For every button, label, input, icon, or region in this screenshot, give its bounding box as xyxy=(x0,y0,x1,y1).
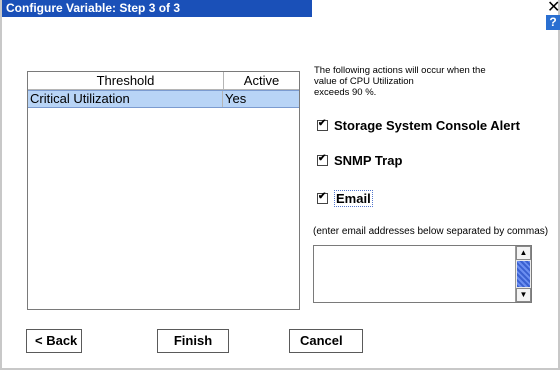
checkbox-check-icon[interactable] xyxy=(317,153,328,166)
description-line: The following actions will occur when th… xyxy=(314,65,486,76)
scroll-up-icon[interactable]: ▲ xyxy=(516,246,531,260)
email-addresses-field[interactable]: ▲ ▼ xyxy=(313,245,532,303)
close-icon[interactable]: ✕ xyxy=(547,0,560,16)
threshold-list: Threshold Active Critical Utilization Ye… xyxy=(27,71,300,310)
description-line: exceeds 90 %. xyxy=(314,87,377,98)
email-label: Email xyxy=(334,190,373,207)
threshold-column-header[interactable]: Threshold xyxy=(28,72,224,89)
email-hint: (enter email addresses below separated b… xyxy=(313,226,549,237)
cancel-button[interactable]: Cancel xyxy=(289,329,363,353)
table-row[interactable]: Critical Utilization Yes xyxy=(28,90,299,108)
scrollbar-thumb[interactable] xyxy=(517,261,530,287)
email-scrollbar[interactable]: ▲ ▼ xyxy=(515,246,531,302)
active-column-header[interactable]: Active xyxy=(224,72,299,89)
actions-description: The following actions will occur when th… xyxy=(314,65,514,98)
dialog-title: Configure Variable: Step 3 of 3 xyxy=(2,0,312,17)
snmp-trap-label: SNMP Trap xyxy=(334,153,403,168)
threshold-cell: Critical Utilization xyxy=(28,91,223,107)
snmp-trap-checkbox[interactable]: SNMP Trap xyxy=(317,153,402,168)
console-alert-checkbox[interactable]: Storage System Console Alert xyxy=(317,118,520,133)
threshold-list-header: Threshold Active xyxy=(28,72,299,90)
help-icon[interactable]: ? xyxy=(546,15,560,30)
finish-button[interactable]: Finish xyxy=(157,329,229,353)
email-checkbox[interactable]: Email xyxy=(317,190,373,207)
scroll-down-icon[interactable]: ▼ xyxy=(516,288,531,302)
checkbox-check-icon[interactable] xyxy=(317,118,328,131)
configure-variable-dialog: Configure Variable: Step 3 of 3 ✕ ? Thre… xyxy=(0,0,560,370)
back-button[interactable]: < Back xyxy=(26,329,82,353)
checkbox-check-icon[interactable] xyxy=(317,191,328,204)
console-alert-label: Storage System Console Alert xyxy=(334,118,520,133)
description-line: value of CPU Utilization xyxy=(314,76,414,87)
active-cell: Yes xyxy=(225,91,247,106)
